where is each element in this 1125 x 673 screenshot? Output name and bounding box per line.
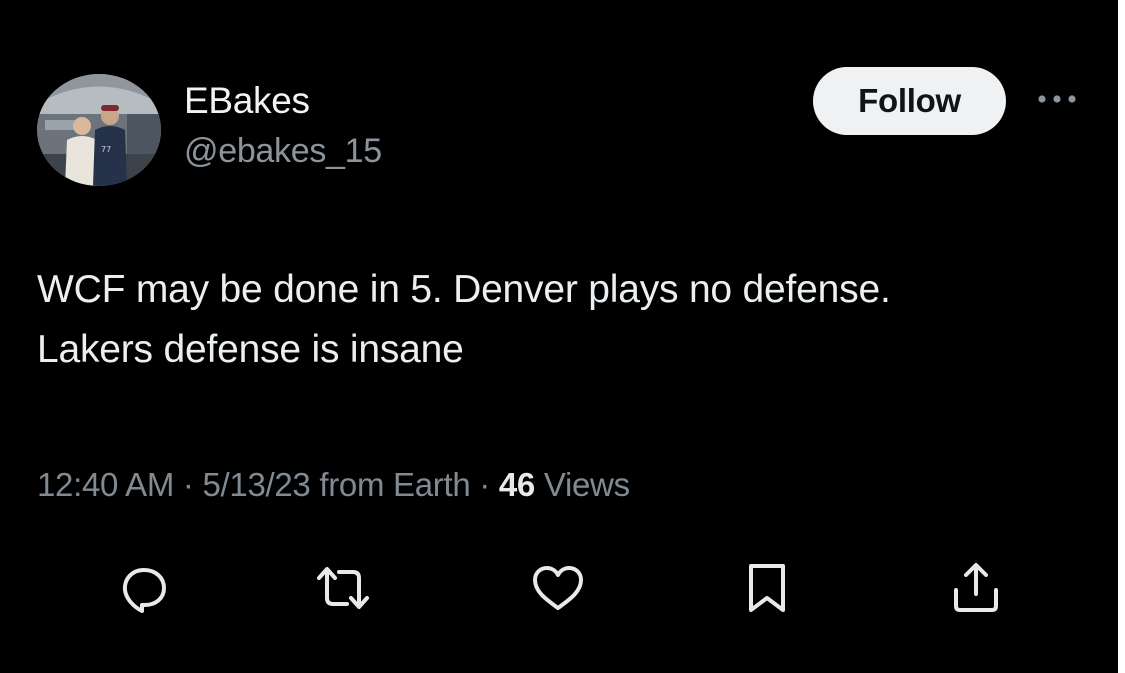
- tweet-time[interactable]: 12:40 AM: [37, 466, 174, 503]
- share-button[interactable]: [946, 558, 1006, 618]
- bookmark-icon: [749, 564, 785, 612]
- tweet-text-line: WCF may be done in 5. Denver plays no de…: [37, 268, 891, 311]
- display-name[interactable]: EBakes: [184, 80, 310, 122]
- share-icon: [954, 563, 998, 612]
- avatar[interactable]: 77: [37, 74, 161, 186]
- user-handle[interactable]: @ebakes_15: [184, 132, 382, 171]
- svg-text:77: 77: [101, 145, 111, 154]
- more-options-button[interactable]: [1032, 84, 1082, 114]
- profile-photo: 77: [37, 74, 161, 186]
- views-label[interactable]: Views: [544, 466, 630, 503]
- like-icon: [533, 566, 583, 610]
- retweet-button[interactable]: [313, 558, 373, 618]
- ellipsis-icon: [1038, 95, 1076, 103]
- reply-icon: [122, 568, 166, 613]
- follow-button[interactable]: Follow: [813, 67, 1006, 135]
- reply-button[interactable]: [114, 558, 174, 618]
- tweet-source: from Earth: [319, 466, 471, 503]
- tweet-text-line: Lakers defense is insane: [37, 328, 464, 371]
- tweet-text: WCF may be done in 5. Denver plays no de…: [37, 260, 1097, 380]
- meta-separator: ·: [182, 466, 194, 503]
- tweet-date[interactable]: 5/13/23: [202, 466, 310, 503]
- like-button[interactable]: [528, 558, 588, 618]
- views-count[interactable]: 46: [499, 466, 535, 503]
- screen-edge: [1118, 0, 1125, 673]
- meta-separator: ·: [479, 466, 490, 503]
- retweet-icon: [317, 567, 369, 609]
- bookmark-button[interactable]: [737, 558, 797, 618]
- tweet-meta: 12:40 AM · 5/13/23 from Earth · 46 Views: [37, 466, 630, 504]
